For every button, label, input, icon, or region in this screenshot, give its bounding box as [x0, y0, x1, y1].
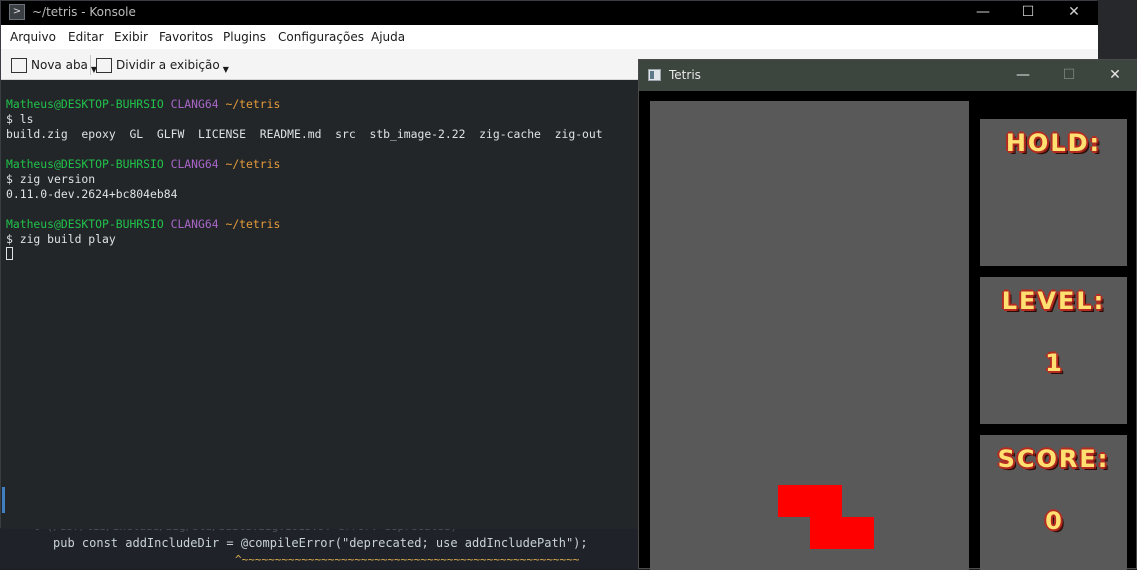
prompt-env: CLANG64	[170, 157, 219, 171]
z-piece-block	[778, 485, 810, 517]
prompt-line: Matheus@DESKTOP-BUHRSIO CLANG64 ~/tetris	[6, 97, 641, 112]
tetris-maximize-button[interactable]: ☐	[1046, 60, 1092, 91]
new-tab-button[interactable]: Nova aba ▼	[11, 55, 97, 75]
close-icon: ✕	[1068, 4, 1080, 20]
cursor-line	[6, 247, 641, 262]
tetris-close-button[interactable]: ✕	[1092, 60, 1137, 91]
command-line: $ ls	[6, 112, 34, 126]
game-board[interactable]	[650, 101, 969, 570]
menubar: Arquivo Editar Exibir Favoritos Plugins …	[1, 25, 1098, 49]
menu-ajuda[interactable]: Ajuda	[371, 30, 405, 44]
scroll-marker	[2, 487, 5, 513]
split-view-icon	[96, 57, 112, 73]
maximize-icon: ☐	[1062, 67, 1076, 83]
menu-editar[interactable]: Editar	[68, 30, 104, 44]
prompt-env: CLANG64	[170, 217, 219, 231]
menu-favoritos[interactable]: Favoritos	[159, 30, 213, 44]
prompt-line: Matheus@DESKTOP-BUHRSIO CLANG64 ~/tetris	[6, 217, 641, 232]
prompt-path: ~/tetris	[225, 97, 281, 111]
tetris-titlebar[interactable]: Tetris — ☐ ✕	[639, 60, 1137, 91]
minimize-icon: —	[976, 4, 990, 20]
output-line: build.zig epoxy GL GLFW LICENSE README.m…	[6, 127, 603, 141]
text-cursor	[6, 247, 13, 260]
prompt-env: CLANG64	[170, 97, 219, 111]
prompt-path: ~/tetris	[225, 217, 281, 231]
close-icon: ✕	[1109, 67, 1121, 83]
maximize-button[interactable]: ☐	[1005, 1, 1051, 25]
command-line: $ zig version	[6, 172, 96, 186]
output-line: 0.11.0-dev.2624+bc804eb84	[6, 187, 178, 201]
prompt-user: Matheus@DESKTOP-BUHRSIO	[6, 97, 164, 111]
tetris-window-title: Tetris	[669, 68, 701, 82]
terminal-area[interactable]: Matheus@DESKTOP-BUHRSIO CLANG64 ~/tetris…	[1, 81, 641, 529]
command-line: $ zig build play	[6, 232, 116, 246]
level-value: 1	[1045, 349, 1062, 377]
level-panel: LEVEL: 1	[980, 277, 1127, 424]
minimize-button[interactable]: —	[960, 1, 1006, 25]
score-panel: SCORE: 0	[980, 435, 1127, 570]
prompt-path: ~/tetris	[225, 157, 281, 171]
z-piece-block	[810, 485, 842, 517]
split-view-label: Dividir a exibição	[116, 58, 220, 72]
prompt-line: Matheus@DESKTOP-BUHRSIO CLANG64 ~/tetris	[6, 157, 641, 172]
new-tab-icon	[11, 57, 27, 73]
minimize-icon: —	[1016, 67, 1030, 83]
tetris-window: Tetris — ☐ ✕ HOLD: LEVEL: 1 SCORE: 0	[638, 59, 1137, 570]
hold-panel: HOLD:	[980, 119, 1127, 266]
new-tab-label: Nova aba	[31, 58, 88, 72]
tetris-minimize-button[interactable]: —	[1000, 60, 1046, 91]
close-button[interactable]: ✕	[1051, 1, 1097, 25]
split-view-button[interactable]: Dividir a exibição ▼	[96, 55, 229, 75]
window-app-icon	[648, 69, 661, 81]
terminal-icon: >	[9, 4, 25, 20]
prompt-user: Matheus@DESKTOP-BUHRSIO	[6, 217, 164, 231]
chevron-down-icon: ▼	[222, 64, 229, 74]
konsole-titlebar[interactable]: > ~/tetris - Konsole — ☐ ✕	[1, 1, 1098, 25]
hold-label: HOLD:	[1005, 129, 1102, 157]
editor-line: ^~~~~~~~~~~~~~~~~~~~~~~~~~~~~~~~~~~~~~~~…	[235, 553, 580, 566]
z-piece-block	[842, 517, 874, 549]
score-label: SCORE:	[997, 445, 1110, 473]
z-piece-block	[810, 517, 842, 549]
menu-exibir[interactable]: Exibir	[114, 30, 148, 44]
level-label: LEVEL:	[1001, 287, 1106, 315]
editor-line: pub const addIncludeDir = @compileError(…	[53, 536, 588, 550]
menu-plugins[interactable]: Plugins	[223, 30, 266, 44]
menu-configuracoes[interactable]: Configurações	[278, 30, 364, 44]
score-value: 0	[1045, 507, 1062, 535]
prompt-user: Matheus@DESKTOP-BUHRSIO	[6, 157, 164, 171]
toolbar-divider	[90, 55, 91, 75]
window-title: ~/tetris - Konsole	[32, 5, 136, 19]
menu-arquivo[interactable]: Arquivo	[10, 30, 56, 44]
maximize-icon: ☐	[1021, 4, 1035, 20]
